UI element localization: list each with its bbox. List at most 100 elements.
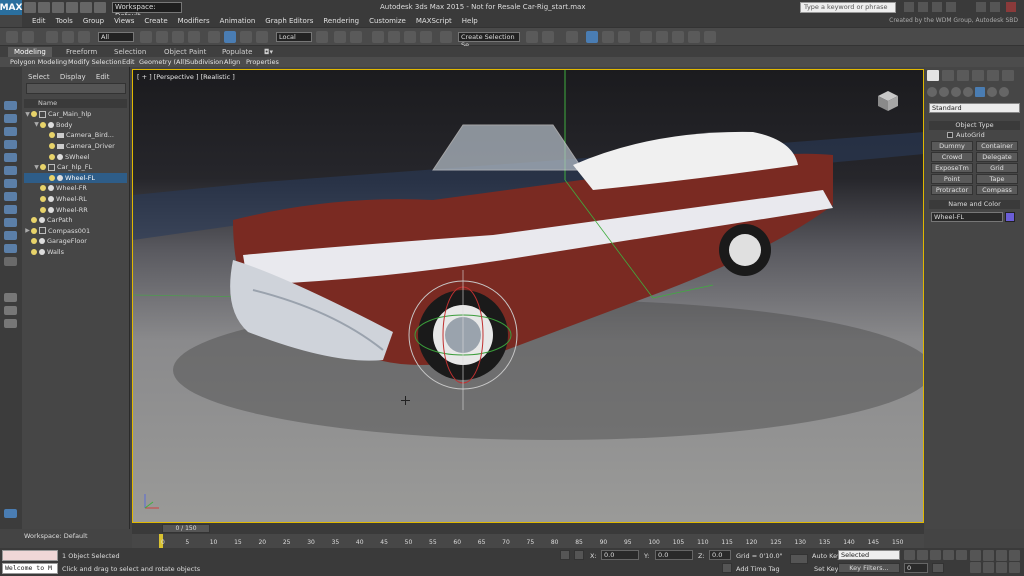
panel-geometry-all[interactable]: Geometry (All) [139,57,187,67]
named-selection-dropdown[interactable]: Create Selection Se [458,32,520,49]
redo-icon[interactable] [22,31,34,43]
object-type-button[interactable]: Point [931,174,973,184]
maximize-viewport-icon[interactable] [1009,562,1020,573]
percent-snap-icon[interactable] [404,31,416,43]
tab-display[interactable]: Display [60,73,86,81]
object-type-button[interactable]: Crowd [931,152,973,162]
panel-properties[interactable]: Properties [246,57,279,67]
select-object-icon[interactable] [140,31,152,43]
zoom-extents-all-icon[interactable] [1009,550,1020,561]
object-type-button[interactable]: ExposeTm [931,163,973,173]
ribbon-options-icon[interactable]: ◘▾ [258,47,279,57]
lights-category-icon[interactable] [951,87,961,97]
scene-tree-item[interactable]: Camera_Driver [24,141,127,152]
trackbar[interactable]: 0 5 10 15 20 25 30 35 40 45 50 55 60 65 70 75 80 85 90 95 10… [132,534,924,548]
tab-edit[interactable]: Edit [96,73,110,81]
visibility-bulb-icon[interactable] [40,121,46,128]
visibility-bulb-icon[interactable] [49,132,55,139]
render-setup-icon[interactable] [672,31,684,43]
visibility-bulb-icon[interactable] [40,196,46,203]
object-name-field[interactable]: Wheel-FL [931,212,1003,222]
close-button[interactable] [1006,2,1016,12]
undo-icon[interactable] [66,2,78,13]
save-file-icon[interactable] [52,2,64,13]
window-crossing-icon[interactable] [188,31,200,43]
menu-customize[interactable]: Customize [369,17,406,25]
visibility-bulb-icon[interactable] [40,206,46,213]
helper-type-dropdown[interactable]: Standard [929,103,1020,113]
explorer-settings-icon[interactable] [4,509,17,518]
undo-icon[interactable] [6,31,18,43]
render-production-icon[interactable] [704,31,716,43]
minimize-button[interactable] [976,2,986,12]
render-frame-icon[interactable] [688,31,700,43]
space-warps-filter-icon[interactable] [4,205,17,214]
utilities-tab-icon[interactable] [1002,70,1014,81]
auto-key-button[interactable]: Auto Key [812,552,841,560]
panel-modify-selection[interactable]: Modify Selection [68,57,122,67]
keyword-search-input[interactable]: Type a keyword or phrase [800,2,896,13]
open-file-icon[interactable] [38,2,50,13]
material-editor-icon[interactable] [656,31,668,43]
scene-tree-item[interactable]: ▼ Car_hlp_FL [24,162,127,173]
link-icon[interactable] [46,31,58,43]
visibility-bulb-icon[interactable] [40,185,46,192]
name-column-header[interactable]: Name [24,99,127,108]
field-of-view-icon[interactable] [970,562,981,573]
select-by-name-icon[interactable] [156,31,168,43]
tab-populate[interactable]: Populate [216,47,258,57]
object-type-button[interactable]: Compass [976,185,1018,195]
panel-align[interactable]: Align [224,57,240,67]
set-key-button[interactable]: Set Key [814,565,839,573]
visibility-bulb-icon[interactable] [49,143,55,150]
scene-tree-item[interactable]: SWheel [24,151,127,162]
visibility-bulb-icon[interactable] [31,238,37,245]
object-type-button[interactable]: Dummy [931,141,973,151]
scene-tree-item[interactable]: ▼ Car_Main_hlp [24,109,127,120]
layer-explorer-icon[interactable] [566,31,578,43]
visibility-bulb-icon[interactable] [31,111,37,118]
pivot-center-icon[interactable] [316,31,328,43]
select-move-icon[interactable] [208,31,220,43]
display-tab-icon[interactable] [987,70,999,81]
autogrid-checkbox-box[interactable] [947,132,953,138]
menu-views[interactable]: Views [114,17,134,25]
object-type-button[interactable]: Tape [976,174,1018,184]
cameras-category-icon[interactable] [963,87,973,97]
select-rotate-icon[interactable] [224,31,236,43]
x-coordinate-field[interactable]: 0.0 [601,550,639,560]
select-scale-icon[interactable] [240,31,252,43]
bones-filter-icon[interactable] [4,244,17,253]
menu-animation[interactable]: Animation [220,17,256,25]
snaps-toggle-icon[interactable] [372,31,384,43]
create-tab-icon[interactable] [927,70,939,81]
scene-tree-item[interactable]: Wheel-FL [24,172,127,184]
time-tag-icon[interactable] [722,563,732,573]
help-icon[interactable] [946,2,956,12]
orbit-icon[interactable] [996,562,1007,573]
prev-frame-icon[interactable] [917,550,928,560]
scene-tree-item[interactable]: Wheel-FR [24,183,127,194]
visibility-bulb-icon[interactable] [31,249,37,256]
ref-coord-dropdown[interactable]: Local [276,32,312,42]
maxscript-listener-output[interactable]: Welcome to M [2,563,58,574]
menu-rendering[interactable]: Rendering [323,17,359,25]
viewport-label[interactable]: [ + ] [Perspective ] [Realistic ] [137,73,235,81]
menu-edit[interactable]: Edit [32,17,46,25]
autogrid-checkbox[interactable]: AutoGrid [947,131,985,139]
maximize-button[interactable] [990,2,1000,12]
viewcube-icon[interactable] [875,88,901,114]
menu-maxscript[interactable]: MAXScript [416,17,452,25]
new-file-icon[interactable] [24,2,36,13]
key-filters-button[interactable]: Key Filters... [838,563,900,573]
zoom-extents-icon[interactable] [996,550,1007,561]
scene-tree-item[interactable]: Wheel-RL [24,194,127,205]
zoom-icon[interactable] [970,550,981,561]
tree-expander-icon[interactable]: ▼ [33,121,40,128]
rect-selection-icon[interactable] [172,31,184,43]
hierarchy-tab-icon[interactable] [957,70,969,81]
tab-modeling[interactable]: Modeling [8,47,52,57]
workspace-dropdown[interactable]: Workspace: Default [112,2,182,20]
visibility-bulb-icon[interactable] [49,153,55,160]
menu-help[interactable]: Help [462,17,478,25]
